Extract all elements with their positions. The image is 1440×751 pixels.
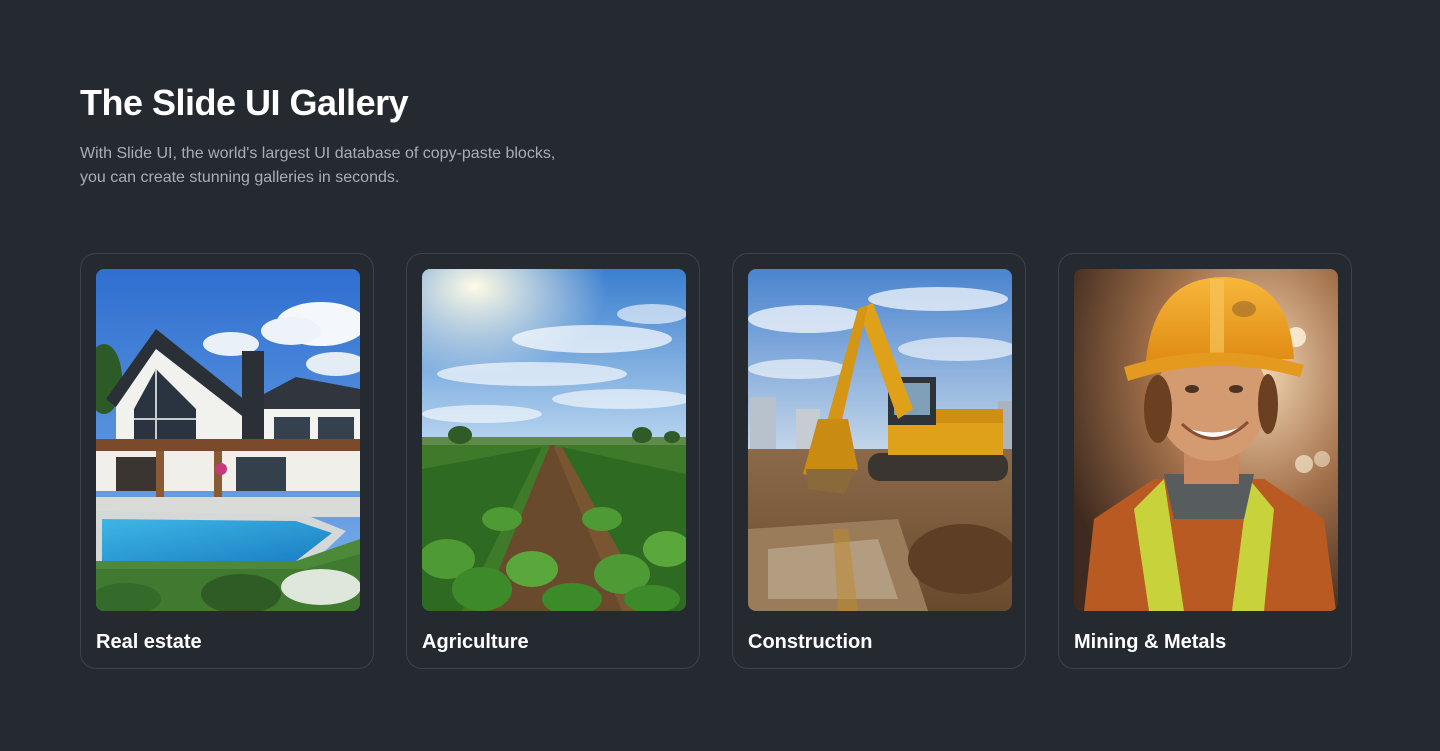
real-estate-image [96, 269, 360, 611]
page-subtitle: With Slide UI, the world's largest UI da… [80, 145, 556, 186]
gallery-card-construction[interactable]: Construction [732, 253, 1026, 669]
gallery-page: The Slide UI Gallery With Slide UI, the … [0, 0, 1440, 751]
crop-field-illustration [422, 269, 686, 611]
card-label: Agriculture [422, 631, 529, 653]
house-pool-illustration [96, 269, 360, 611]
gallery-grid: Real estate Agriculture Construction Min… [80, 253, 1352, 669]
gallery-card-real-estate[interactable]: Real estate [80, 253, 374, 669]
worker-hard-hat-illustration [1074, 269, 1338, 611]
card-label: Real estate [96, 631, 202, 653]
page-title: The Slide UI Gallery [80, 82, 409, 123]
excavator-illustration [748, 269, 1012, 611]
agriculture-image [422, 269, 686, 611]
construction-image [748, 269, 1012, 611]
card-label: Mining & Metals [1074, 631, 1227, 653]
card-label: Construction [748, 631, 873, 653]
gallery-card-mining-metals[interactable]: Mining & Metals [1058, 253, 1352, 669]
mining-metals-image [1074, 269, 1338, 611]
gallery-card-agriculture[interactable]: Agriculture [406, 253, 700, 669]
gallery-header: The Slide UI Gallery With Slide UI, the … [80, 78, 560, 190]
